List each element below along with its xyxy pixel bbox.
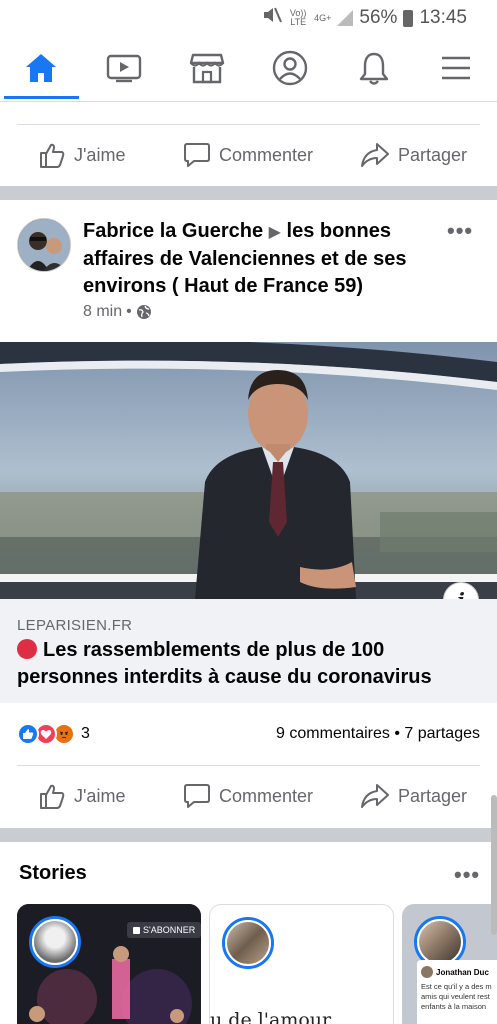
- nav-home[interactable]: [16, 46, 66, 90]
- nav-active-indicator: [4, 96, 79, 99]
- story-card[interactable]: u de l'amour: [209, 904, 394, 1024]
- subscribe-badge[interactable]: S'ABONNER: [127, 922, 201, 938]
- post-stats: 9 commentaires • 7 partages: [276, 725, 480, 743]
- share-label: Partager: [398, 785, 468, 806]
- nav-profile[interactable]: [265, 46, 315, 90]
- like-button[interactable]: J'aime: [38, 782, 125, 810]
- story-avatar: [29, 916, 81, 968]
- reactions-summary[interactable]: 3: [17, 723, 90, 745]
- shares-count[interactable]: 7 partages: [404, 725, 480, 742]
- thumbs-up-icon: [40, 143, 65, 168]
- clock: 13:45: [419, 7, 467, 28]
- bell-icon: [359, 52, 389, 85]
- comment-icon: [184, 143, 210, 167]
- prev-post-actions: J'aime Commenter Partager: [0, 125, 497, 185]
- nav-notifications[interactable]: [349, 46, 399, 90]
- nav-marketplace[interactable]: [182, 46, 232, 90]
- nav-watch[interactable]: [99, 46, 149, 90]
- volte-label: Vo)) LTE: [289, 8, 307, 27]
- story-post-preview: Jonathan Duc Est ce qu'il y a des m amis…: [417, 960, 497, 1024]
- subscribe-label: S'ABONNER: [143, 925, 196, 935]
- user-icon: [272, 50, 308, 86]
- like-button[interactable]: J'aime: [38, 141, 125, 169]
- globe-icon: [136, 305, 151, 319]
- share-button[interactable]: Partager: [360, 782, 467, 810]
- link-preview-box[interactable]: LEPARISIEN.FR Les rassemblements de plus…: [0, 599, 497, 703]
- story-post-avatar: [421, 966, 433, 978]
- share-button[interactable]: Partager: [360, 141, 467, 169]
- thumbs-up-icon: [40, 784, 65, 809]
- comments-count[interactable]: 9 commentaires: [276, 725, 390, 742]
- battery-percent: 56%: [359, 7, 398, 28]
- share-icon: [361, 784, 389, 808]
- share-label: Partager: [398, 144, 468, 165]
- lock-icon: [133, 926, 140, 934]
- story-card[interactable]: Jonathan Duc Est ce qu'il y a des m amis…: [402, 904, 497, 1024]
- post-time[interactable]: 8 min: [83, 303, 122, 321]
- nav-menu[interactable]: [431, 46, 481, 90]
- network-label: 4G+: [314, 12, 332, 23]
- link-headline: Les rassemblements de plus de 100 person…: [17, 637, 487, 691]
- story-avatar: [222, 917, 274, 969]
- author-name[interactable]: Fabrice la Guerche: [83, 220, 263, 242]
- link-headline-text: Les rassemblements de plus de 100 person…: [17, 639, 432, 688]
- comment-icon: [184, 784, 210, 808]
- story-card[interactable]: S'ABONNER: [17, 904, 201, 1024]
- top-nav-bar: [0, 36, 497, 102]
- post-separator: [0, 186, 497, 200]
- comment-button[interactable]: Commenter: [183, 141, 313, 169]
- post-header-title: Fabrice la Guerche ▶ les bonnes affaires…: [83, 218, 443, 300]
- share-icon: [361, 143, 389, 167]
- reaction-count: 3: [81, 725, 90, 742]
- like-label: J'aime: [74, 144, 126, 165]
- signal-icon: [337, 10, 354, 26]
- post-meta: 8 min •: [83, 303, 152, 321]
- mute-icon: [262, 6, 283, 30]
- like-reaction-icon: [17, 723, 39, 745]
- link-domain: LEPARISIEN.FR: [17, 617, 133, 634]
- meta-separator: •: [126, 303, 132, 320]
- shop-icon: [189, 53, 225, 84]
- video-icon: [106, 54, 142, 83]
- hamburger-icon: [442, 56, 470, 80]
- comment-button[interactable]: Commenter: [183, 782, 313, 810]
- link-preview-image[interactable]: [0, 342, 497, 599]
- comment-label: Commenter: [219, 144, 314, 165]
- author-avatar[interactable]: [17, 218, 71, 272]
- triangle-right-icon: ▶: [268, 224, 281, 241]
- post-more-options[interactable]: •••: [447, 218, 473, 244]
- stories-title: Stories: [19, 862, 87, 884]
- red-circle-icon: [17, 639, 37, 659]
- post-actions: J'aime Commenter Partager: [0, 766, 497, 826]
- scrollbar-thumb[interactable]: [491, 795, 497, 935]
- post-separator: [0, 828, 497, 842]
- comment-label: Commenter: [219, 785, 314, 806]
- story-caption: u de l'amour: [210, 1009, 332, 1024]
- stories-more-options[interactable]: •••: [454, 862, 480, 888]
- status-bar: Vo)) LTE 4G+ 56% 13:45: [0, 0, 497, 36]
- stats-separator: •: [394, 725, 400, 742]
- like-label: J'aime: [74, 785, 126, 806]
- story-post-text: Est ce qu'il y a des m amis qui veulent …: [421, 982, 492, 1011]
- home-icon: [26, 54, 56, 82]
- story-post-author: Jonathan Duc: [436, 967, 489, 977]
- battery-icon: [403, 9, 414, 27]
